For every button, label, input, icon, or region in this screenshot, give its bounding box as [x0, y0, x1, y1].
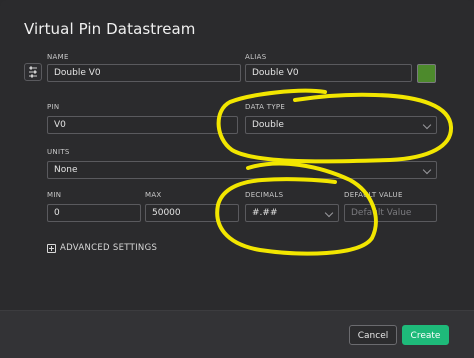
alias-label: ALIAS [245, 53, 267, 61]
create-button[interactable]: Create [402, 325, 449, 345]
units-label: UNITS [47, 148, 70, 156]
decimals-label: DECIMALS [245, 191, 284, 199]
pin-select[interactable]: V0 [47, 116, 238, 134]
pin-label: PIN [47, 103, 60, 111]
data-type-label: DATA TYPE [245, 103, 286, 111]
sliders-icon [29, 66, 37, 78]
data-type-value: Double [252, 120, 284, 130]
datastream-dialog: Virtual Pin Datastream NAME Double V0 AL… [0, 0, 474, 358]
plus-square-icon [47, 243, 56, 253]
alias-input[interactable]: Double V0 [245, 64, 412, 82]
chevron-down-icon [422, 165, 432, 175]
chevron-down-icon [422, 120, 432, 130]
advanced-settings-toggle[interactable]: ADVANCED SETTINGS [47, 241, 157, 255]
min-input[interactable]: 0 [47, 204, 141, 222]
max-label: MAX [145, 191, 162, 199]
cancel-button[interactable]: Cancel [349, 325, 397, 345]
max-input[interactable]: 50000 [145, 204, 239, 222]
dialog-title: Virtual Pin Datastream [24, 20, 196, 38]
name-label: NAME [47, 53, 69, 61]
decimals-select[interactable]: #.## [245, 204, 339, 222]
color-picker-swatch[interactable] [417, 64, 436, 83]
units-value: None [54, 165, 78, 175]
name-input[interactable]: Double V0 [47, 64, 241, 82]
decimals-value: #.## [252, 208, 278, 218]
min-label: MIN [47, 191, 62, 199]
units-select[interactable]: None [47, 161, 437, 179]
icon-picker-button[interactable] [24, 63, 42, 81]
advanced-settings-label: ADVANCED SETTINGS [60, 243, 158, 253]
data-type-select[interactable]: Double [245, 116, 437, 134]
pin-value: V0 [54, 120, 66, 130]
default-value-label: DEFAULT VALUE [344, 191, 403, 199]
default-value-input[interactable]: Default Value [344, 204, 437, 222]
chevron-down-icon [324, 208, 334, 218]
